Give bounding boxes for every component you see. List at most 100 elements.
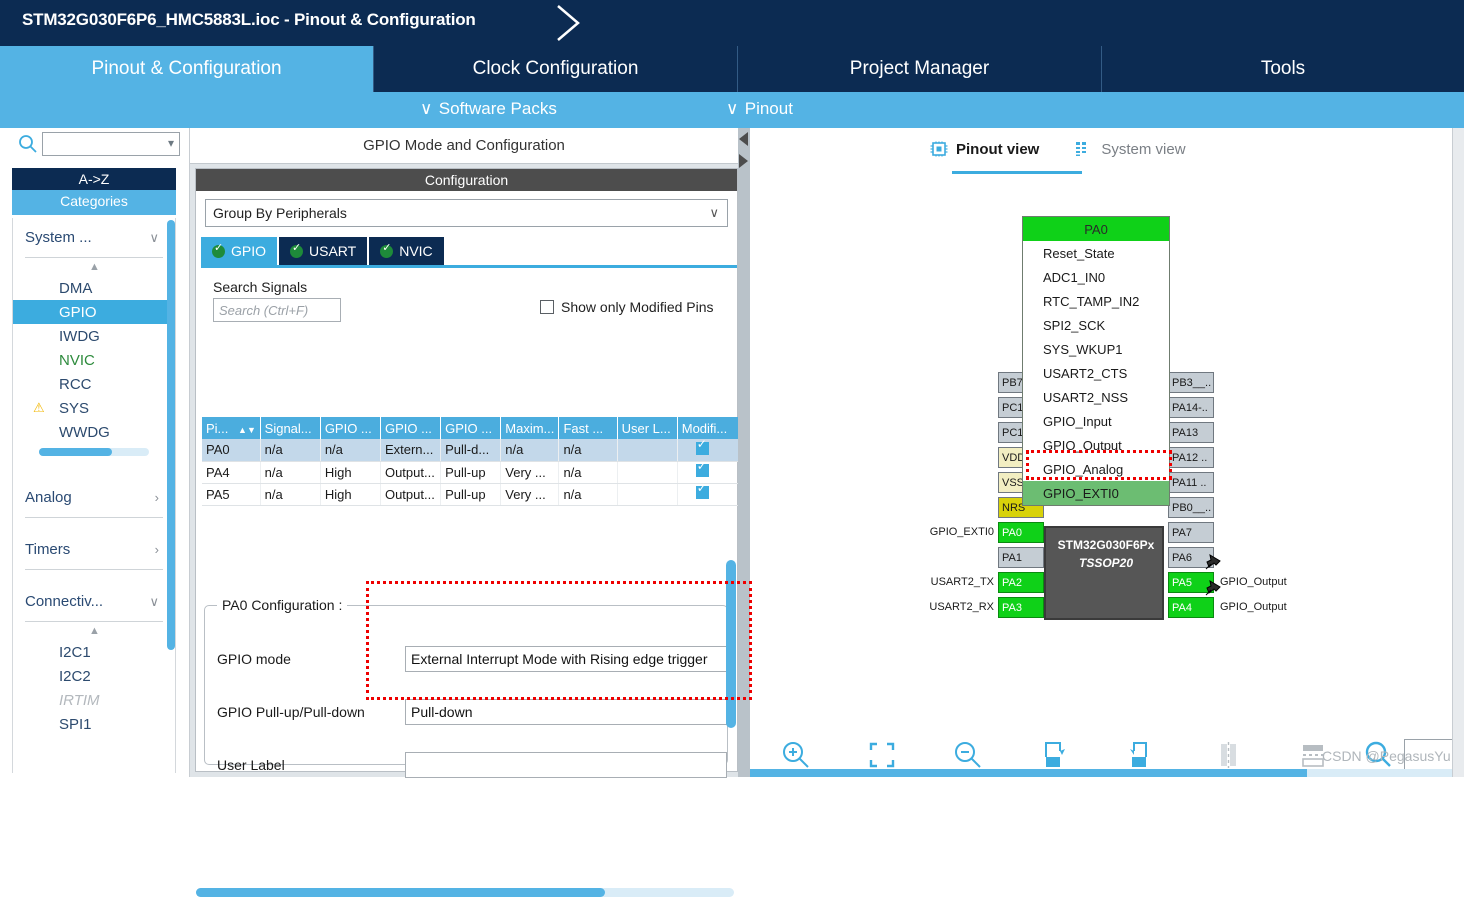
pin-pa14[interactable]: PA14-.. <box>1168 397 1214 418</box>
column-header-gpio-pull[interactable]: GPIO ... <box>440 417 502 439</box>
sidebar-item-i2c1[interactable]: I2C1 <box>13 640 175 664</box>
search-signals-input[interactable]: Search (Ctrl+F) <box>213 298 341 322</box>
show-modified-pins-row[interactable]: Show only Modified Pins <box>540 299 714 315</box>
table-row[interactable]: PA0 n/a n/a Extern... Pull-d... n/a n/a <box>202 439 743 462</box>
main-tab-bar: Pinout & Configuration Clock Configurati… <box>0 46 1464 92</box>
menu-item-usart2-cts[interactable]: USART2_CTS <box>1023 361 1169 385</box>
sidebar-item-sys[interactable]: ⚠ SYS <box>13 396 175 420</box>
collapse-right-icon[interactable] <box>739 154 748 168</box>
menu-item-rtc-tamp-in2[interactable]: RTC_TAMP_IN2 <box>1023 289 1169 313</box>
chip-body[interactable]: STM32G030F6Px TSSOP20 <box>1044 526 1164 620</box>
sidebar-search-input[interactable]: ▾ <box>42 132 180 156</box>
menu-software-packs[interactable]: ∨ Software Packs <box>420 99 557 119</box>
menu-item-spi2-sck[interactable]: SPI2_SCK <box>1023 313 1169 337</box>
column-header-gpio-output-level[interactable]: GPIO ... <box>320 417 381 439</box>
tab-clock-configuration[interactable]: Clock Configuration <box>374 46 738 92</box>
rotate-left-icon[interactable] <box>1126 739 1158 771</box>
cell-output-level: n/a <box>320 439 381 462</box>
sidebar-item-dma[interactable]: DMA <box>13 276 175 300</box>
scrollbar-track <box>39 448 149 456</box>
pin-pa7[interactable]: PA7 <box>1168 522 1214 543</box>
search-icon[interactable] <box>18 134 38 154</box>
pa0-menu-header: PA0 <box>1023 217 1169 241</box>
pin-pb0[interactable]: PB0__.. <box>1168 497 1214 518</box>
scroll-up-spinner-icon[interactable]: ▲ <box>13 622 175 640</box>
menu-item-reset-state[interactable]: Reset_State <box>1023 241 1169 265</box>
menu-item-gpio-exti0[interactable]: GPIO_EXTI0 <box>1023 481 1169 505</box>
tab-pinout-view[interactable]: Pinout view <box>930 132 1082 174</box>
tab-tools[interactable]: Tools <box>1102 46 1464 92</box>
table-row[interactable]: PA4 n/a High Output... Pull-up Very ... … <box>202 461 743 484</box>
tab-nvic[interactable]: NVIC <box>369 237 444 265</box>
table-row[interactable]: PA5 n/a High Output... Pull-up Very ... … <box>202 483 743 506</box>
sidebar-category-analog[interactable]: Analog › <box>25 478 163 518</box>
fit-screen-icon[interactable] <box>866 739 898 771</box>
pin-pb3[interactable]: PB3__.. <box>1168 372 1214 393</box>
menu-item-adc1-in0[interactable]: ADC1_IN0 <box>1023 265 1169 289</box>
rotate-right-icon[interactable] <box>1040 739 1072 771</box>
pin-pa12[interactable]: PA12 .. <box>1168 447 1214 468</box>
tab-system-view[interactable]: System view <box>1075 132 1186 166</box>
flip-icon[interactable] <box>1212 739 1244 771</box>
column-header-pin[interactable]: Pi... ▲▼ <box>202 417 261 439</box>
menu-item-usart2-nss[interactable]: USART2_NSS <box>1023 385 1169 409</box>
column-header-maximum-speed[interactable]: Maxim... <box>500 417 560 439</box>
pin-label: PA3 <box>1002 601 1022 614</box>
sidebar-tab-az[interactable]: A->Z <box>12 168 176 190</box>
pin-pa13[interactable]: PA13 <box>1168 422 1214 443</box>
peripheral-sidebar: ▾ A->Z Categories System ... ∨ ▲ DMA GPI… <box>0 128 190 777</box>
pin-pa1[interactable]: PA1 <box>998 547 1044 568</box>
modified-checkbox[interactable] <box>695 461 709 477</box>
sidebar-vertical-scrollbar[interactable] <box>167 220 175 770</box>
sidebar-system-hscrollbar[interactable] <box>13 444 175 462</box>
pin-pa0[interactable]: PA0 <box>998 522 1044 543</box>
modified-checkbox[interactable] <box>695 483 709 499</box>
sidebar-item-iwdg[interactable]: IWDG <box>13 324 175 348</box>
pin-pa3[interactable]: PA3 <box>998 597 1044 618</box>
sidebar-item-spi1[interactable]: SPI1 <box>13 712 175 736</box>
sidebar-item-rcc[interactable]: RCC <box>13 372 175 396</box>
group-by-dropdown[interactable]: Group By Peripherals ∨ <box>205 199 728 227</box>
tab-pinout-configuration[interactable]: Pinout & Configuration <box>0 46 374 92</box>
menu-pinout[interactable]: ∨ Pinout <box>726 99 793 119</box>
scrollbar-thumb[interactable] <box>167 220 175 650</box>
scrollbar-thumb[interactable] <box>39 448 112 456</box>
scroll-up-spinner-icon[interactable]: ▲ <box>13 258 175 276</box>
sidebar-item-irtim[interactable]: IRTIM <box>13 688 175 712</box>
scrollbar-thumb[interactable] <box>750 769 1307 777</box>
modified-checkbox[interactable] <box>695 439 709 455</box>
pin-pa2[interactable]: PA2 <box>998 572 1044 593</box>
config-horizontal-scrollbar[interactable] <box>196 888 734 897</box>
gpio-pull-combobox[interactable]: Pull-down <box>405 699 727 725</box>
zoom-out-icon[interactable] <box>952 739 984 771</box>
sort-icon[interactable]: ▲▼ <box>238 425 256 435</box>
sidebar-category-connectivity[interactable]: Connectiv... ∨ <box>25 582 163 622</box>
column-header-fast-mode[interactable]: Fast ... <box>558 417 618 439</box>
column-header-modified[interactable]: Modifi... <box>677 417 743 439</box>
tab-usart[interactable]: USART <box>279 237 368 265</box>
pinout-horizontal-scrollbar[interactable] <box>750 769 1464 777</box>
sidebar-category-timers[interactable]: Timers › <box>25 530 163 570</box>
sidebar-category-system[interactable]: System ... ∨ <box>25 218 163 258</box>
sidebar-item-wwdg[interactable]: WWDG <box>13 420 175 444</box>
show-modified-pins-checkbox[interactable] <box>540 300 554 314</box>
scrollbar-thumb[interactable] <box>196 888 605 897</box>
tab-project-manager[interactable]: Project Manager <box>738 46 1102 92</box>
sidebar-tab-categories[interactable]: Categories <box>12 190 176 212</box>
pin-label: PA1 <box>1002 551 1022 564</box>
sidebar-item-nvic[interactable]: NVIC <box>13 348 175 372</box>
menu-item-gpio-input[interactable]: GPIO_Input <box>1023 409 1169 433</box>
column-header-user-label[interactable]: User L... <box>617 417 678 439</box>
menu-item-sys-wkup1[interactable]: SYS_WKUP1 <box>1023 337 1169 361</box>
pin-pa11[interactable]: PA11 .. <box>1168 472 1214 493</box>
pin-pa4[interactable]: PA4 <box>1168 597 1214 618</box>
column-header-gpio-mode[interactable]: GPIO ... <box>380 417 442 439</box>
collapse-left-icon[interactable] <box>739 132 748 146</box>
tab-gpio[interactable]: GPIO <box>201 237 278 265</box>
user-label-input[interactable] <box>405 752 727 778</box>
sidebar-item-i2c2[interactable]: I2C2 <box>13 664 175 688</box>
sidebar-item-gpio[interactable]: GPIO <box>13 300 175 324</box>
pinout-canvas[interactable]: STM32G030F6Px TSSOP20 PB7 PC1 PC1 VDD VS… <box>750 174 1450 729</box>
column-header-signal[interactable]: Signal... <box>260 417 321 439</box>
zoom-in-icon[interactable] <box>780 739 812 771</box>
